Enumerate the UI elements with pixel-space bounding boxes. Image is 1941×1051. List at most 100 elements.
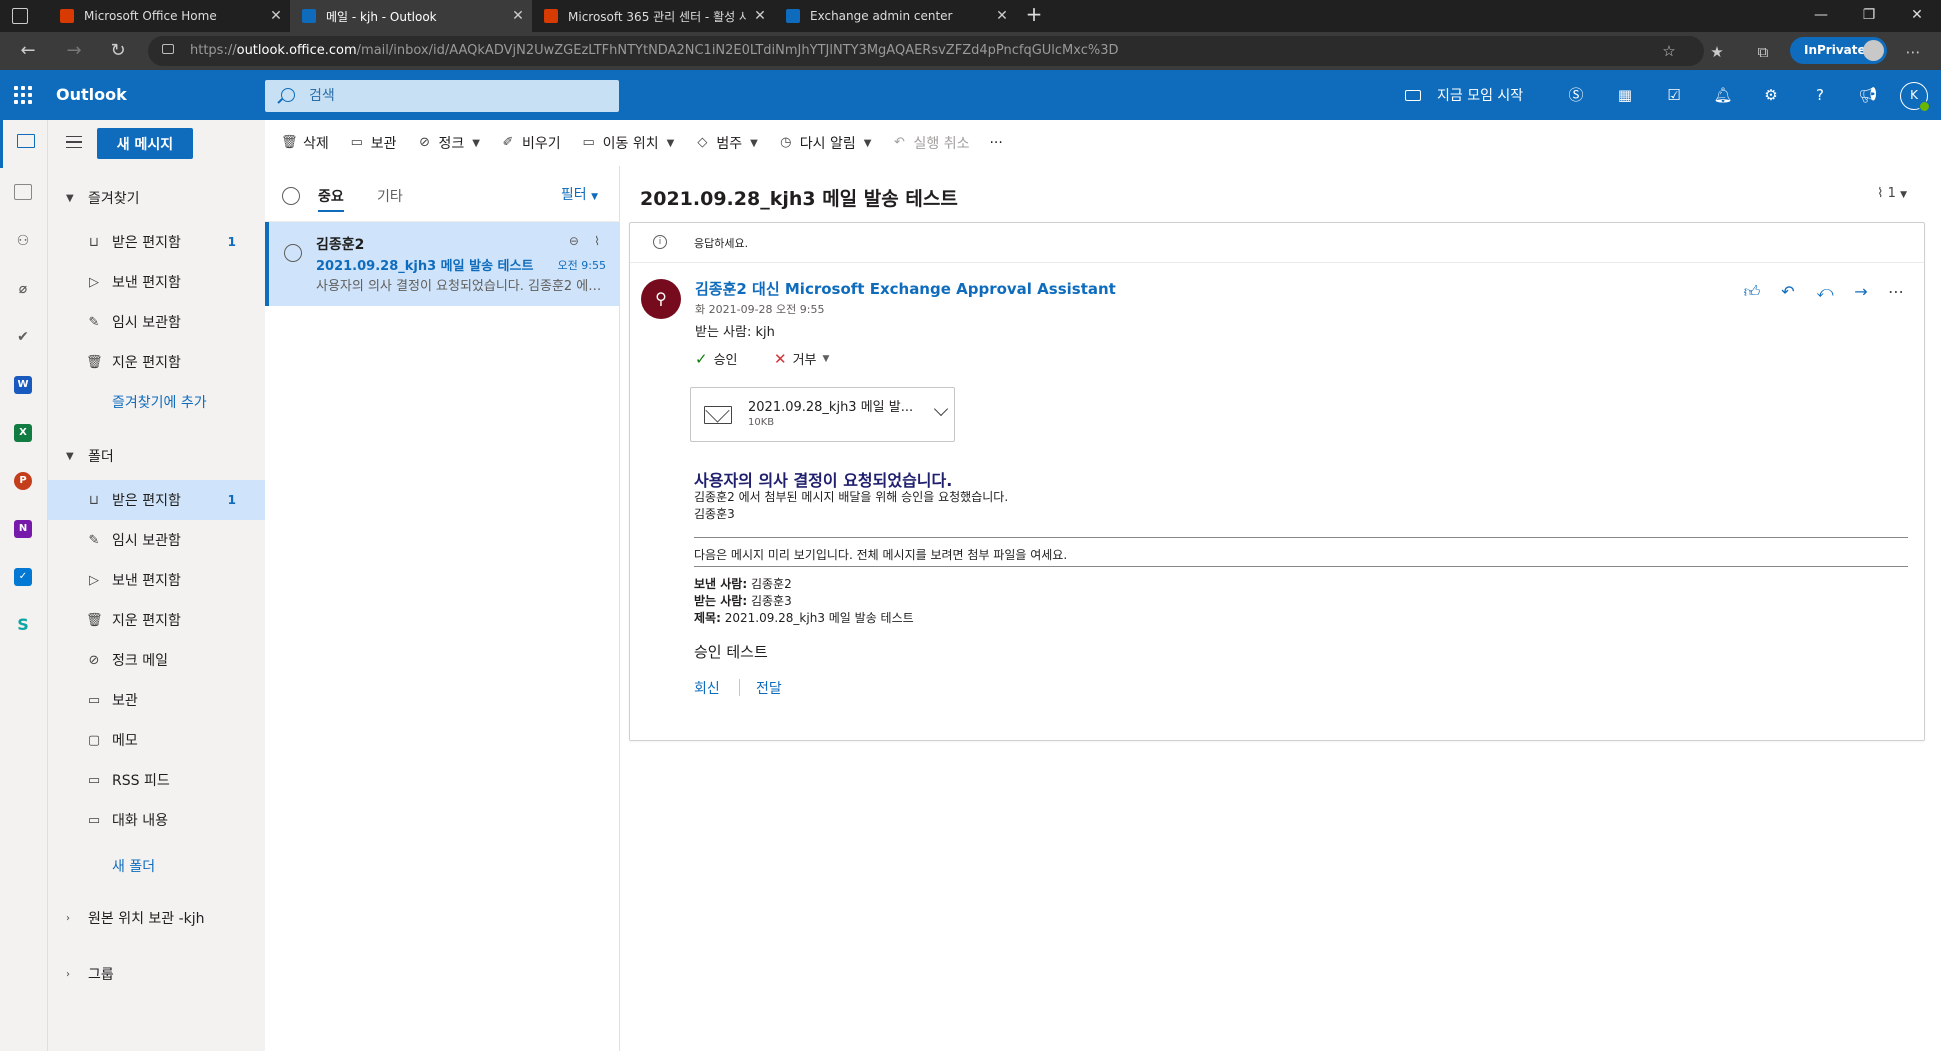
folder-item-conversations[interactable]: ▭ 대화 내용 [48, 800, 265, 840]
sender-avatar[interactable]: ⚲ [641, 279, 681, 319]
like-icon[interactable]: 👍︎ [1741, 281, 1763, 303]
move-to-button[interactable]: ▭ 이동 위치 ▼ [581, 133, 675, 153]
chevron-down-icon[interactable] [933, 401, 949, 417]
collections-icon[interactable]: ⧉ [1754, 43, 1772, 61]
window-close-icon[interactable]: ✕ [1893, 0, 1941, 32]
hamburger-menu-icon[interactable] [66, 136, 82, 148]
select-all-icon[interactable] [282, 187, 300, 205]
chevron-down-icon[interactable]: ▼ [667, 138, 675, 149]
approve-button[interactable]: ✓ 승인 [695, 349, 738, 369]
archive-button[interactable]: ▭ 보관 [349, 133, 397, 153]
favorite-item-deleted[interactable]: 🗑︎ 지운 편지함 [48, 342, 265, 382]
inprivate-badge[interactable]: InPrivate [1790, 37, 1887, 64]
favorite-item-sent[interactable]: ▷ 보낸 편지함 [48, 262, 265, 302]
folder-item-inbox[interactable]: ⊔ 받은 편지함 1 [48, 480, 265, 520]
todo-app-icon[interactable]: ✓ [14, 568, 32, 586]
todo-icon[interactable]: ✔ [14, 328, 32, 346]
archive-mailbox-header[interactable]: › 원본 위치 보관 -kjh [66, 908, 205, 928]
close-tab-icon[interactable]: ✕ [262, 8, 290, 24]
attachment-count-button[interactable]: ⌇ 1 ▼ [1877, 186, 1907, 201]
sweep-button[interactable]: ✐ 비우기 [500, 133, 561, 153]
forward-icon[interactable]: → [62, 39, 86, 63]
more-options-icon[interactable]: ⋯ [1904, 43, 1922, 61]
folders-section-header[interactable]: ▼ 폴더 [66, 446, 114, 466]
categorize-button[interactable]: ◇ 범주 ▼ [694, 133, 757, 153]
word-icon[interactable]: W [14, 376, 32, 394]
url-text[interactable]: https://outlook.office.com/mail/inbox/id… [190, 43, 1119, 58]
new-tab-icon[interactable]: + [1022, 3, 1046, 27]
favorite-item-drafts[interactable]: ✎ 임시 보관함 [48, 302, 265, 342]
close-tab-icon[interactable]: ✕ [746, 8, 774, 24]
undo-button[interactable]: ↶ 실행 취소 [891, 133, 969, 153]
add-favorite-link[interactable]: 즐겨찾기에 추가 [112, 392, 207, 412]
search-box[interactable] [265, 80, 619, 112]
folder-item-rss[interactable]: ▭ RSS 피드 [48, 760, 265, 800]
notifications-icon[interactable]: 🔔︎ [1713, 85, 1733, 105]
recipient-name[interactable]: kjh [756, 325, 775, 340]
bookings-icon[interactable]: S [14, 616, 32, 634]
delete-button[interactable]: 🗑︎ 삭제 [281, 133, 329, 153]
reply-link[interactable]: 회신 [694, 678, 720, 698]
restore-icon[interactable]: ❐ [1845, 0, 1893, 32]
more-options-icon[interactable]: ⋯ [1885, 281, 1907, 303]
reject-button[interactable]: ✕ 거부 ▼ [774, 349, 829, 369]
folder-item-junk[interactable]: ⊘ 정크 메일 [48, 640, 265, 680]
tab-focused[interactable]: 중요 [318, 186, 344, 212]
address-bar[interactable]: https://outlook.office.com/mail/inbox/id… [148, 36, 1704, 66]
tab-actions-icon[interactable] [12, 8, 28, 24]
search-input[interactable] [309, 86, 589, 106]
chevron-down-icon[interactable]: ▼ [472, 138, 480, 149]
forward-icon[interactable]: → [1850, 281, 1872, 303]
sender-name[interactable]: 김종훈2 대신 Microsoft Exchange Approval Assi… [695, 278, 1116, 299]
feedback-icon[interactable]: 📢︎ [1858, 85, 1878, 105]
more-actions-button[interactable]: ··· [989, 135, 1002, 151]
favorites-icon[interactable]: ★ [1708, 43, 1726, 61]
browser-tab-m365-admin[interactable]: Microsoft 365 관리 센터 - 활성 사용자 ✕ [532, 0, 774, 32]
meet-now-button[interactable]: 지금 모임 시작 [1405, 85, 1523, 105]
folder-item-sent[interactable]: ▷ 보낸 편지함 [48, 560, 265, 600]
calendar-icon[interactable] [14, 184, 32, 200]
attachment-icon[interactable]: ⌀ [14, 280, 32, 298]
chevron-down-icon[interactable]: ▼ [864, 138, 872, 149]
powerpoint-icon[interactable]: P [14, 472, 32, 490]
excel-icon[interactable]: X [14, 424, 32, 442]
back-icon[interactable]: ← [16, 39, 40, 63]
folder-item-deleted[interactable]: 🗑︎ 지운 편지함 [48, 600, 265, 640]
add-favorite-icon[interactable]: ☆ [1660, 42, 1678, 60]
help-icon[interactable]: ? [1810, 85, 1830, 105]
minimize-icon[interactable]: — [1797, 0, 1845, 32]
folder-item-drafts[interactable]: ✎ 임시 보관함 [48, 520, 265, 560]
skype-icon[interactable]: Ⓢ [1566, 85, 1586, 105]
browser-tab-exchange-admin[interactable]: Exchange admin center ✕ [774, 0, 1016, 32]
forward-link[interactable]: 전달 [756, 678, 782, 698]
mail-app-button[interactable] [0, 120, 48, 168]
folder-item-notes[interactable]: ▢ 메모 [48, 720, 265, 760]
close-tab-icon[interactable]: ✕ [988, 8, 1016, 24]
app-name[interactable]: Outlook [56, 85, 127, 104]
browser-tab-office-home[interactable]: Microsoft Office Home ✕ [48, 0, 290, 32]
new-folder-link[interactable]: 새 폴더 [112, 856, 155, 876]
browser-tab-outlook[interactable]: 메일 - kjh - Outlook ✕ [290, 0, 532, 32]
select-message-icon[interactable] [284, 244, 302, 262]
snooze-button[interactable]: ◷ 다시 알림 ▼ [778, 133, 872, 153]
filter-button[interactable]: 필터 ▼ [561, 184, 598, 204]
onenote-icon[interactable]: N [14, 520, 32, 538]
app-launcher-icon[interactable] [14, 86, 32, 104]
user-avatar[interactable]: K [1900, 82, 1930, 112]
message-list-item[interactable]: 김종훈2 ⊖ ⌇ 2021.09.28_kjh3 메일 발송 테스트 오전 9:… [265, 222, 620, 306]
reply-icon[interactable]: ↶ [1777, 281, 1799, 303]
junk-button[interactable]: ⊘ 정크 ▼ [417, 133, 480, 153]
favorite-item-inbox[interactable]: ⊔ 받은 편지함 1 [48, 222, 265, 262]
close-tab-icon[interactable]: ✕ [504, 8, 532, 24]
settings-icon[interactable]: ⚙ [1761, 85, 1781, 105]
reply-all-icon[interactable]: ⤺ [1814, 281, 1836, 303]
folder-item-archive[interactable]: ▭ 보관 [48, 680, 265, 720]
refresh-icon[interactable]: ↻ [106, 39, 130, 63]
attachment-card[interactable]: 2021.09.28_kjh3 메일 발... 10KB [690, 387, 955, 442]
groups-header[interactable]: › 그룹 [66, 964, 114, 984]
tab-other[interactable]: 기타 [377, 186, 403, 206]
people-icon[interactable]: ⚇ [14, 232, 32, 250]
favorites-section-header[interactable]: ▼ 즐겨찾기 [66, 188, 140, 208]
lock-icon[interactable] [162, 44, 174, 54]
new-message-button[interactable]: 새 메시지 [97, 128, 193, 159]
